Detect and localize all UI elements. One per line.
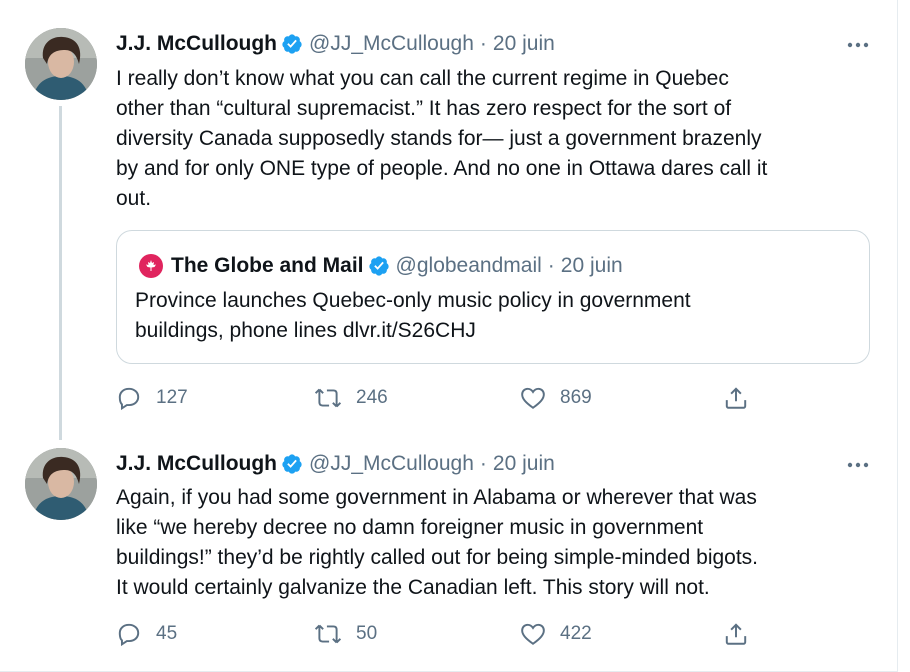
- reply-icon: [118, 387, 140, 411]
- avatar-image: [25, 448, 97, 520]
- maple-leaf-icon: [139, 254, 163, 278]
- like-button[interactable]: 422: [520, 619, 592, 649]
- quoted-author-name[interactable]: The Globe and Mail: [171, 254, 364, 278]
- quoted-tweet-text: Province launches Quebec-only music poli…: [135, 286, 835, 346]
- more-horizontal-icon[interactable]: [843, 35, 873, 55]
- quoted-text-content: Province launches Quebec-only music poli…: [135, 289, 691, 342]
- retweet-icon: [314, 388, 342, 408]
- tweet-actions: 127 246 869: [116, 383, 766, 413]
- retweet-button[interactable]: 246: [314, 383, 388, 413]
- share-icon: [725, 623, 747, 645]
- share-icon: [725, 387, 747, 409]
- tweet-text: I really don’t know what you can call th…: [116, 67, 768, 210]
- separator-dot: ·: [479, 32, 487, 55]
- tweet-date[interactable]: 20 juin: [493, 32, 555, 56]
- retweet-icon: [314, 624, 342, 644]
- heart-icon: [521, 623, 545, 645]
- verified-badge-icon: [368, 255, 390, 277]
- verified-badge-icon: [281, 453, 303, 475]
- tweet-header: J.J. McCullough @JJ_McCullough · 20 juin: [116, 450, 555, 478]
- tweet-date[interactable]: 20 juin: [493, 452, 555, 476]
- quoted-tweet-date[interactable]: 20 juin: [561, 254, 623, 278]
- tweet-actions: 45 50 422: [116, 619, 766, 649]
- reply-icon: [118, 623, 140, 647]
- reply-count: 45: [156, 623, 178, 644]
- author-handle[interactable]: @JJ_McCullough: [309, 32, 474, 56]
- tweet[interactable]: J.J. McCullough @JJ_McCullough · 20 juin…: [0, 0, 897, 440]
- separator-dot: ·: [547, 254, 555, 277]
- verified-badge-icon: [281, 33, 303, 55]
- heart-icon: [521, 387, 545, 409]
- author-name[interactable]: J.J. McCullough: [116, 452, 277, 476]
- avatar-image: [25, 28, 97, 100]
- tweet-text: Again, if you had some government in Ala…: [116, 486, 759, 599]
- tweet[interactable]: J.J. McCullough @JJ_McCullough · 20 juin…: [0, 440, 897, 671]
- share-button[interactable]: [723, 619, 763, 649]
- quoted-author-handle[interactable]: @globeandmail: [396, 254, 542, 278]
- avatar[interactable]: [25, 448, 97, 520]
- quoted-tweet[interactable]: The Globe and Mail @globeandmail · 20 ju…: [116, 230, 870, 364]
- retweet-button[interactable]: 50: [314, 619, 377, 649]
- author-name[interactable]: J.J. McCullough: [116, 32, 277, 56]
- retweet-count: 246: [356, 387, 388, 408]
- share-button[interactable]: [723, 383, 763, 413]
- separator-dot: ·: [479, 452, 487, 475]
- avatar[interactable]: [25, 28, 97, 100]
- reply-button[interactable]: 127: [116, 383, 188, 413]
- like-button[interactable]: 869: [520, 383, 592, 413]
- quoted-tweet-header: The Globe and Mail @globeandmail · 20 ju…: [139, 252, 623, 280]
- retweet-count: 50: [356, 623, 378, 644]
- more-horizontal-icon[interactable]: [843, 455, 873, 475]
- like-count: 422: [560, 623, 592, 644]
- reply-button[interactable]: 45: [116, 619, 177, 649]
- like-count: 869: [560, 387, 592, 408]
- author-handle[interactable]: @JJ_McCullough: [309, 452, 474, 476]
- reply-count: 127: [156, 387, 188, 408]
- tweet-header: J.J. McCullough @JJ_McCullough · 20 juin: [116, 30, 555, 58]
